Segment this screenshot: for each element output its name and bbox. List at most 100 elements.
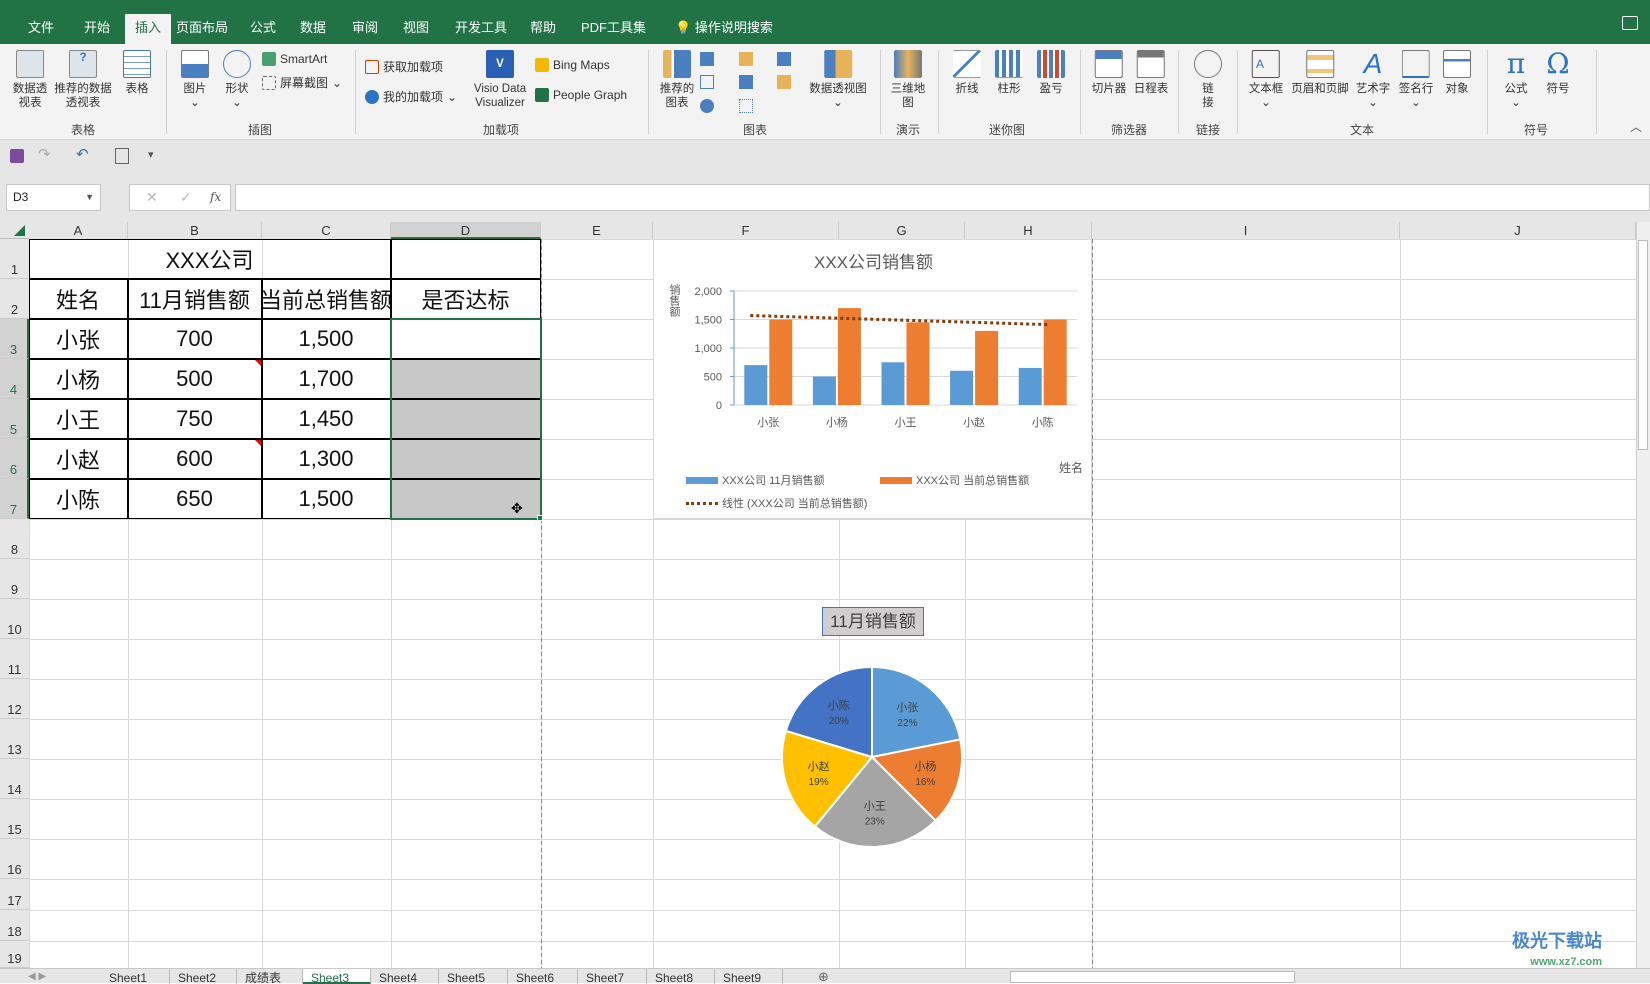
row-header-16[interactable]: 16 [0,839,29,879]
horizontal-scrollbar[interactable] [1010,971,1295,983]
cell-a7[interactable]: 小陈 [28,478,128,519]
tab-insert[interactable]: 插入 [125,14,172,44]
x-tick-label[interactable]: 小陈 [1032,415,1054,429]
cell-a2-header[interactable]: 姓名 [28,278,128,319]
row-header-4[interactable]: 4 [0,359,29,399]
pie-label-name[interactable]: 小王 [864,800,886,813]
y-tick-label[interactable]: 2,000 [694,286,722,298]
cell-c3[interactable]: 1,500 [261,318,391,359]
column-header-e[interactable]: E [541,222,653,239]
row-header-7[interactable]: 7 [0,479,29,519]
pie-label-name[interactable]: 小赵 [808,759,830,773]
chart-title[interactable]: XXX公司销售额 [654,248,1093,273]
tab-page-layout[interactable]: 页面布局 [166,14,238,44]
comments-icon[interactable] [1622,16,1638,30]
line-chart-icon[interactable] [700,75,714,90]
cell-d1[interactable] [390,238,541,279]
row-header-8[interactable]: 8 [0,519,29,559]
sparkline-column-button[interactable]: 柱形 [995,50,1023,96]
sheet-tab-1[interactable]: Sheet1 [101,969,170,984]
tab-file[interactable]: 文件 [18,14,64,44]
bar-1-小杨[interactable] [812,376,836,406]
redo-icon[interactable]: ↷ [38,145,51,163]
row-header-17[interactable]: 17 [0,879,29,910]
cancel-icon[interactable]: ✕ [146,185,158,210]
hierarchy-chart-icon[interactable] [738,52,753,66]
row-header-14[interactable]: 14 [0,759,29,799]
sparkline-line-button[interactable]: 折线 [953,50,981,96]
row-header-15[interactable]: 15 [0,799,29,839]
undo-icon[interactable]: ↶ [76,145,89,163]
cell-a6[interactable]: 小赵 [28,438,128,479]
bing-maps-button[interactable]: Bing Maps [535,58,610,72]
select-all-button[interactable] [14,225,25,236]
slicer-button[interactable]: 切片器 [1092,50,1126,96]
row-header-5[interactable]: 5 [0,399,29,439]
screenshot-button[interactable]: 屏幕截图 ⌄ [262,74,342,91]
chart-type-gallery[interactable] [700,52,810,116]
recommended-pivot-button[interactable]: ? 推荐的数据透视表 [53,50,113,110]
name-box[interactable]: D3 ▼ [6,184,101,211]
cell-a3[interactable]: 小张 [28,318,128,359]
bar-1-小张[interactable] [744,365,768,405]
cell-c6[interactable]: 1,300 [261,438,391,479]
collapse-ribbon-icon[interactable]: ︿ [1630,118,1642,135]
3d-map-button[interactable]: 三维地图 [890,50,926,110]
table-button[interactable]: 表格 [123,50,151,96]
cell-c5[interactable]: 1,450 [261,398,391,439]
row-header-6[interactable]: 6 [0,439,29,479]
scatter-chart-icon[interactable] [738,98,753,113]
timeline-button[interactable]: 日程表 [1134,50,1168,96]
y-tick-label[interactable]: 0 [716,400,722,412]
tab-developer[interactable]: 开发工具 [445,14,517,44]
smartart-button[interactable]: SmartArt [262,52,327,66]
bar-2-小赵[interactable] [975,330,999,405]
cell-a1-title[interactable]: XXX公司 [28,238,391,279]
column-header-g[interactable]: G [839,222,965,239]
cell-a4[interactable]: 小杨 [28,358,128,399]
cell-b3[interactable]: 700 [127,318,262,359]
column-header-c[interactable]: C [262,222,391,239]
pie-label-name[interactable]: 小张 [896,701,918,714]
cell-b5[interactable]: 750 [127,398,262,439]
shapes-button[interactable]: 形状 ⌄ [223,50,251,110]
scroll-down-icon[interactable] [1630,920,1650,968]
tab-view[interactable]: 视图 [393,14,439,44]
pie-label-percent[interactable]: 19% [809,777,829,788]
recommended-charts-button[interactable]: 推荐的图表 [659,50,695,110]
row-header-1[interactable]: 1 [0,239,29,279]
y-axis-title[interactable]: 销售额 [666,284,680,317]
row-header-9[interactable]: 9 [0,559,29,599]
sheet-tab-9[interactable]: Sheet8 [647,969,715,984]
y-tick-label[interactable]: 1,500 [694,315,722,327]
pictures-button[interactable]: 图片 ⌄ [181,50,209,110]
tab-data[interactable]: 数据 [290,14,336,44]
equation-button[interactable]: π 公式 ⌄ [1502,50,1530,110]
sheet-tab-10[interactable]: Sheet9 [715,969,783,984]
bar-2-小杨[interactable] [837,308,861,405]
scrollbar-thumb[interactable] [1638,240,1648,450]
cell-a5[interactable]: 小王 [28,398,128,439]
formula-input[interactable] [235,184,1650,211]
tab-home[interactable]: 开始 [74,14,120,44]
save-icon[interactable] [10,149,24,163]
pie-label-name[interactable]: 小陈 [828,698,850,712]
visio-button[interactable]: V Visio Data Visualizer [468,50,532,110]
tell-me-search[interactable]: 💡 操作说明搜索 [665,14,783,44]
column-chart[interactable]: 0 500 1,000 1,500 2,000 小张 小杨 小王 小赵 小陈 XXX公司销售额 销… [653,239,1092,519]
tab-review[interactable]: 审阅 [342,14,388,44]
sparkline-winloss-button[interactable]: 盈亏 [1037,50,1065,96]
cell-b2-header[interactable]: 11月销售额 [127,278,262,319]
sheet-tab-8[interactable]: Sheet7 [578,969,647,984]
pivot-chart-button[interactable]: 数据透视图 ⌄ [809,50,867,110]
tab-help[interactable]: 帮助 [520,14,566,44]
column-header-j[interactable]: J [1400,222,1636,239]
pie-label-percent[interactable]: 22% [897,718,917,729]
column-header-h[interactable]: H [965,222,1092,239]
print-preview-icon[interactable] [115,148,129,164]
column-header-f[interactable]: F [653,222,839,239]
pie-label-name[interactable]: 小杨 [914,759,936,773]
sheet-tab-6[interactable]: Sheet5 [439,969,508,984]
sheet-tab-5[interactable]: Sheet4 [371,969,439,984]
customize-qat-icon[interactable]: ▾ [148,148,154,161]
